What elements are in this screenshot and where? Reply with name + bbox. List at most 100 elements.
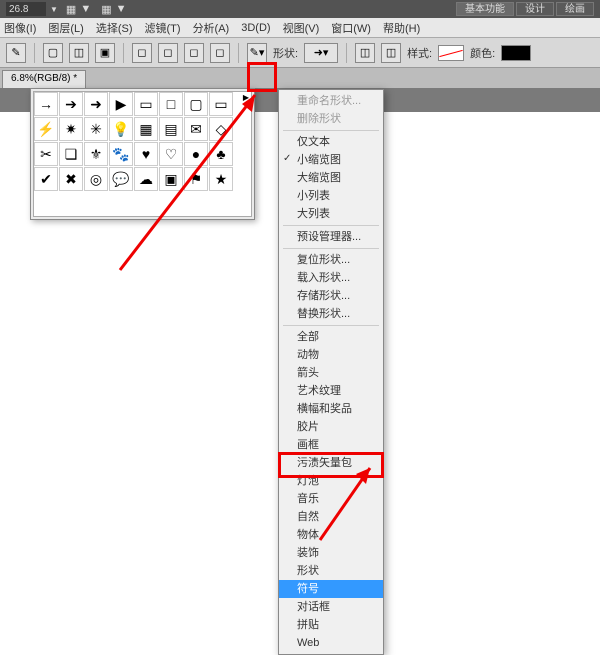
ctx-item[interactable]: 自然 <box>279 508 383 526</box>
toolbar-glyph-icon[interactable]: ▦ <box>66 3 76 16</box>
shape-arrow-solid[interactable]: ➔ <box>59 92 83 116</box>
ctx-item[interactable]: 对话框 <box>279 598 383 616</box>
shape-arrow[interactable]: → <box>34 92 58 116</box>
shape-square-outline[interactable]: ▢ <box>184 92 208 116</box>
shape-rays[interactable]: ✳ <box>84 117 108 141</box>
shape-arrow-block[interactable]: ▶ <box>109 92 133 116</box>
shape-lightning[interactable]: ⚡ <box>34 117 58 141</box>
shape-star[interactable]: ★ <box>209 167 233 191</box>
intersect-icon[interactable]: ◻ <box>184 43 204 63</box>
style-label: 样式: <box>407 45 432 61</box>
ctx-item[interactable]: 装饰 <box>279 544 383 562</box>
mode-essentials-button[interactable]: 基本功能 <box>456 2 514 16</box>
ctx-item[interactable]: 艺术纹理 <box>279 382 383 400</box>
align-icon[interactable]: ◫ <box>355 43 375 63</box>
menu-view[interactable]: 视图(V) <box>283 20 320 36</box>
ctx-item[interactable]: 污渍矢量包 <box>279 454 383 472</box>
shape-speech[interactable]: 💬 <box>109 167 133 191</box>
document-tab-bar: 6.8%(RGB/8) * <box>0 68 600 88</box>
exclude-icon[interactable]: ◻ <box>210 43 230 63</box>
menu-help[interactable]: 帮助(H) <box>383 20 420 36</box>
ctx-item[interactable]: 符号 <box>279 580 383 598</box>
ctx-item[interactable]: 箭头 <box>279 364 383 382</box>
shape-grid[interactable]: ▤ <box>159 117 183 141</box>
subtract-icon[interactable]: ◻ <box>158 43 178 63</box>
ctx-item[interactable]: 胶片 <box>279 418 383 436</box>
shape-scissors[interactable]: ✂ <box>34 142 58 166</box>
shape-heart-outline[interactable]: ♡ <box>159 142 183 166</box>
shape-cloud[interactable]: ☁ <box>134 167 158 191</box>
menu-3d[interactable]: 3D(D) <box>241 22 270 34</box>
ctx-item[interactable]: 音乐 <box>279 490 383 508</box>
shape-x[interactable]: ✖ <box>59 167 83 191</box>
shape-puzzle[interactable]: ❏ <box>59 142 83 166</box>
toolbar-glyph-icon[interactable]: ▦ <box>101 3 111 16</box>
shape-target[interactable]: ◎ <box>84 167 108 191</box>
tool-preset-icon[interactable]: ✎ <box>6 43 26 63</box>
ctx-item[interactable]: 形状 <box>279 562 383 580</box>
combine-icon[interactable]: ◻ <box>132 43 152 63</box>
menu-image[interactable]: 图像(I) <box>4 20 36 36</box>
ctx-item[interactable]: 动物 <box>279 346 383 364</box>
shape-stamp[interactable]: ▣ <box>159 167 183 191</box>
ctx-item[interactable]: 灯泡 <box>279 472 383 490</box>
menu-window[interactable]: 窗口(W) <box>331 20 371 36</box>
shape-grid[interactable]: ▦ <box>134 117 158 141</box>
shape-rect-rounded[interactable]: ▭ <box>209 92 233 116</box>
zoom-input[interactable] <box>6 2 46 16</box>
ctx-item[interactable]: 存储形状... <box>279 287 383 305</box>
shapes-grid: → ➔ ➜ ▶ ▭ □ ▢ ▭ ⚡ ✷ ✳ 💡 ▦ ▤ ✉ ◇ ✂ ❏ ⚜ 🐾 … <box>33 91 252 217</box>
palette-flyout-icon[interactable]: ▶ <box>240 91 252 103</box>
shape-fleur[interactable]: ⚜ <box>84 142 108 166</box>
menu-bar: 图像(I) 图层(L) 选择(S) 滤镜(T) 分析(A) 3D(D) 视图(V… <box>0 18 600 38</box>
ctx-item[interactable]: 横幅和奖品 <box>279 400 383 418</box>
pen-options-icon[interactable]: ✎▾ <box>247 43 267 63</box>
document-tab[interactable]: 6.8%(RGB/8) * <box>2 70 86 88</box>
ctx-item[interactable]: 大缩览图 <box>279 169 383 187</box>
ctx-item[interactable]: 全部 <box>279 328 383 346</box>
shape-arrow-wide[interactable]: ➜ <box>84 92 108 116</box>
fill-pixels-icon[interactable]: ▣ <box>95 43 115 63</box>
ctx-item[interactable]: 拼贴 <box>279 616 383 634</box>
shape-diamond[interactable]: ◇ <box>209 117 233 141</box>
shape-heart[interactable]: ♥ <box>134 142 158 166</box>
align-icon[interactable]: ◫ <box>381 43 401 63</box>
mode-paint-button[interactable]: 绘画 <box>556 2 594 16</box>
shape-clover[interactable]: ♣ <box>209 142 233 166</box>
shape-blob[interactable]: ● <box>184 142 208 166</box>
paths-icon[interactable]: ◫ <box>69 43 89 63</box>
ctx-item[interactable]: 预设管理器... <box>279 228 383 246</box>
toolbar-glyph-icon[interactable]: ▼ <box>116 3 127 15</box>
menu-select[interactable]: 选择(S) <box>96 20 133 36</box>
shape-envelope[interactable]: ✉ <box>184 117 208 141</box>
shape-burst[interactable]: ✷ <box>59 117 83 141</box>
shape-dropdown[interactable]: ➜▾ <box>304 43 338 63</box>
menu-analysis[interactable]: 分析(A) <box>193 20 230 36</box>
toolbar-glyph-icon[interactable]: ▼ <box>80 3 91 15</box>
ctx-item[interactable]: 载入形状... <box>279 269 383 287</box>
shape-flag[interactable]: ⚑ <box>184 167 208 191</box>
shape-paw[interactable]: 🐾 <box>109 142 133 166</box>
ctx-item[interactable]: 仅文本 <box>279 133 383 151</box>
ctx-item[interactable]: 小列表 <box>279 187 383 205</box>
ctx-item[interactable]: 大列表 <box>279 205 383 223</box>
zoom-dropdown-icon[interactable]: ▼ <box>50 5 58 14</box>
color-swatch[interactable] <box>501 45 531 61</box>
shape-bulb[interactable]: 💡 <box>109 117 133 141</box>
shape-layers-icon[interactable]: ▢ <box>43 43 63 63</box>
shape-rect-outline[interactable]: ▭ <box>134 92 158 116</box>
ctx-separator <box>283 225 379 226</box>
shape-square-outline[interactable]: □ <box>159 92 183 116</box>
menu-filter[interactable]: 滤镜(T) <box>145 20 181 36</box>
mode-design-button[interactable]: 设计 <box>516 2 554 16</box>
ctx-item[interactable]: 替换形状... <box>279 305 383 323</box>
style-swatch[interactable] <box>438 45 464 61</box>
ctx-item[interactable]: Web <box>279 634 383 652</box>
ctx-item[interactable]: 物体 <box>279 526 383 544</box>
ctx-item[interactable]: 画框 <box>279 436 383 454</box>
shape-check[interactable]: ✔ <box>34 167 58 191</box>
menu-layer[interactable]: 图层(L) <box>48 20 83 36</box>
ctx-separator <box>283 130 379 131</box>
ctx-item[interactable]: 复位形状... <box>279 251 383 269</box>
ctx-item[interactable]: 小缩览图 <box>279 151 383 169</box>
